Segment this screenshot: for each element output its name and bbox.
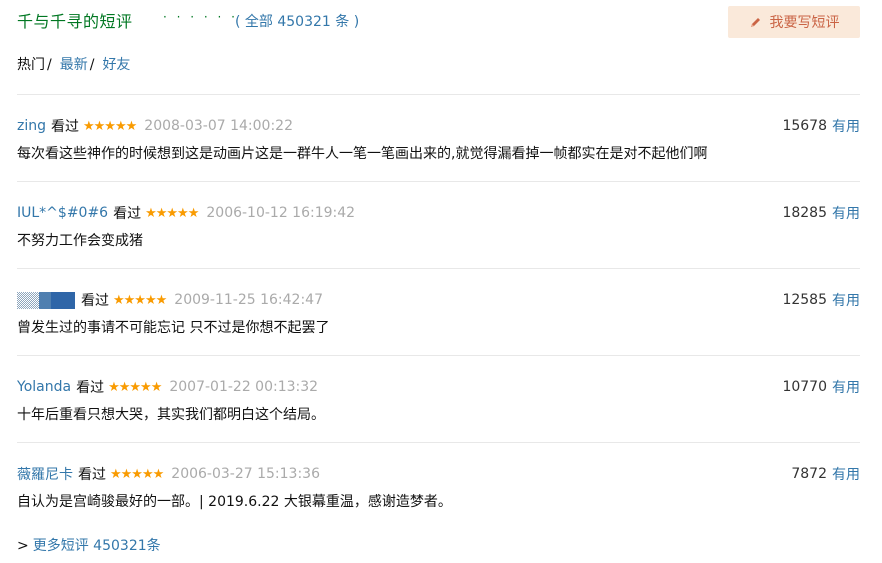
- votes: 15678 有用: [782, 116, 860, 136]
- title-dots: · · · · · ·: [163, 10, 238, 24]
- comment-item: 看过 ★★★★★ 2009-11-25 16:42:47 12585 有用 曾发…: [17, 269, 860, 356]
- comment-meta: IUL*^$#0#6 看过 ★★★★★ 2006-10-12 16:19:42: [17, 203, 355, 223]
- comment-item: zing 看过 ★★★★★ 2008-03-07 14:00:22 15678 …: [17, 95, 860, 182]
- comment-item: 薇羅尼卡 看过 ★★★★★ 2006-03-27 15:13:36 7872 有…: [17, 443, 860, 529]
- comment-time: 2008-03-07 14:00:22: [144, 118, 293, 134]
- watched-status: 看过: [113, 206, 142, 222]
- write-review-label: 我要写短评: [769, 15, 840, 31]
- useful-button[interactable]: 有用: [832, 377, 860, 397]
- section-header: 千与千寻的短评 · · · · · · ( 全部 450321 条 ) 我要写短…: [17, 0, 860, 44]
- watched-status: 看过: [78, 467, 106, 483]
- vote-count: 18285: [782, 205, 827, 221]
- watched-status: 看过: [76, 380, 105, 396]
- more-arrow: >: [17, 538, 29, 554]
- comment-user[interactable]: zing: [17, 118, 46, 134]
- total-count-label: 全部 450321 条: [244, 14, 350, 30]
- tab-separator: /: [89, 57, 95, 73]
- comment-meta: Yolanda 看过 ★★★★★ 2007-01-22 00:13:32: [17, 377, 318, 397]
- comment-user[interactable]: Yolanda: [17, 379, 71, 395]
- more-comments-label[interactable]: 更多短评 450321条: [33, 538, 161, 554]
- votes: 12585 有用: [782, 290, 860, 310]
- sort-tabs: 热门 / 最新 / 好友: [17, 54, 130, 74]
- watched-status: 看过: [51, 119, 79, 135]
- pixel-username-image[interactable]: [17, 291, 75, 309]
- comment-item: Yolanda 看过 ★★★★★ 2007-01-22 00:13:32 107…: [17, 356, 860, 443]
- votes: 10770 有用: [782, 377, 860, 397]
- rating-stars: ★★★★★: [145, 205, 199, 221]
- comment-user[interactable]: 薇羅尼卡: [17, 464, 73, 484]
- comments-section: 千与千寻的短评 · · · · · · ( 全部 450321 条 ) 我要写短…: [17, 0, 860, 554]
- comment-time: 2007-01-22 00:13:32: [169, 379, 319, 395]
- comment-content: 曾发生过的事请不可能忘记 只不过是你想不起罢了: [17, 320, 330, 336]
- useful-button[interactable]: 有用: [832, 203, 860, 223]
- comment-content: 十年后重看只想大哭，其实我们都明白这个结局。: [17, 407, 325, 423]
- watched-status: 看过: [81, 293, 109, 309]
- comment-time: 2009-11-25 16:42:47: [174, 292, 323, 308]
- tab-separator: /: [47, 57, 52, 73]
- tab-friends[interactable]: 好友: [102, 54, 130, 74]
- comment-meta: 看过 ★★★★★ 2009-11-25 16:42:47: [17, 290, 323, 310]
- votes: 7872 有用: [791, 464, 860, 484]
- comment-time: 2006-03-27 15:13:36: [171, 466, 320, 482]
- tab-hot[interactable]: 热门: [17, 54, 45, 74]
- write-review-button[interactable]: 我要写短评: [728, 6, 860, 38]
- comment-content: 自认为是宫崎骏最好的一部。| 2019.6.22 大银幕重温，感谢造梦者。: [17, 494, 452, 510]
- useful-button[interactable]: 有用: [832, 116, 860, 136]
- total-close-paren: ): [349, 14, 360, 30]
- section-title: 千与千寻的短评: [17, 12, 133, 31]
- more-comments-link[interactable]: > 更多短评 450321条: [17, 535, 161, 555]
- vote-count: 7872: [791, 466, 827, 482]
- comment-time: 2006-10-12 16:19:42: [206, 205, 356, 221]
- comment-content: 每次看这些神作的时候想到这是动画片这是一群牛人一笔一笔画出来的,就觉得漏看掉一帧…: [17, 146, 708, 162]
- rating-stars: ★★★★★: [113, 292, 167, 308]
- comment-content: 不努力工作会变成猪: [17, 233, 143, 249]
- comment-list: zing 看过 ★★★★★ 2008-03-07 14:00:22 15678 …: [17, 94, 860, 529]
- votes: 18285 有用: [782, 203, 860, 223]
- rating-stars: ★★★★★: [110, 466, 164, 482]
- rating-stars: ★★★★★: [108, 379, 162, 395]
- vote-count: 12585: [782, 292, 827, 308]
- total-count-link[interactable]: ( 全部 450321 条 ): [235, 11, 359, 31]
- tab-latest[interactable]: 最新: [60, 54, 88, 74]
- comment-item: IUL*^$#0#6 看过 ★★★★★ 2006-10-12 16:19:42 …: [17, 182, 860, 269]
- useful-button[interactable]: 有用: [832, 290, 860, 310]
- rating-stars: ★★★★★: [83, 118, 137, 134]
- vote-count: 15678: [782, 118, 827, 134]
- vote-count: 10770: [782, 379, 827, 395]
- comment-user[interactable]: IUL*^$#0#6: [17, 205, 108, 221]
- total-open-paren: (: [235, 14, 245, 30]
- useful-button[interactable]: 有用: [832, 464, 860, 484]
- comment-meta: 薇羅尼卡 看过 ★★★★★ 2006-03-27 15:13:36: [17, 464, 320, 484]
- comment-meta: zing 看过 ★★★★★ 2008-03-07 14:00:22: [17, 116, 293, 136]
- pencil-icon: [750, 17, 760, 27]
